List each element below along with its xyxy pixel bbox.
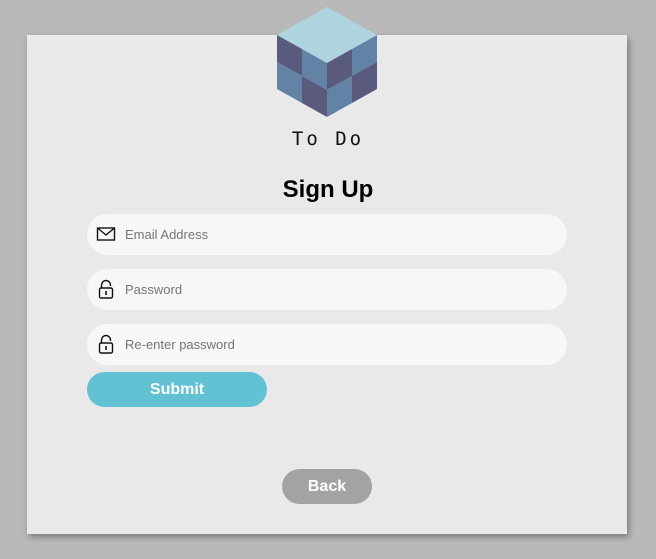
email-field-container[interactable] xyxy=(87,214,567,255)
app-name: To Do xyxy=(291,128,365,150)
password-field-container[interactable] xyxy=(87,269,567,310)
page-title: Sign Up xyxy=(282,176,374,203)
confirm-password-input[interactable] xyxy=(125,324,545,365)
cube-logo-icon xyxy=(277,7,377,117)
lock-icon xyxy=(98,279,114,299)
confirm-password-field-container[interactable] xyxy=(87,324,567,365)
lock-icon xyxy=(98,334,114,354)
email-input[interactable] xyxy=(125,214,545,255)
back-button[interactable]: Back xyxy=(282,469,372,504)
submit-button[interactable]: Submit xyxy=(87,372,267,407)
password-input[interactable] xyxy=(125,269,545,310)
envelope-icon xyxy=(96,227,116,241)
